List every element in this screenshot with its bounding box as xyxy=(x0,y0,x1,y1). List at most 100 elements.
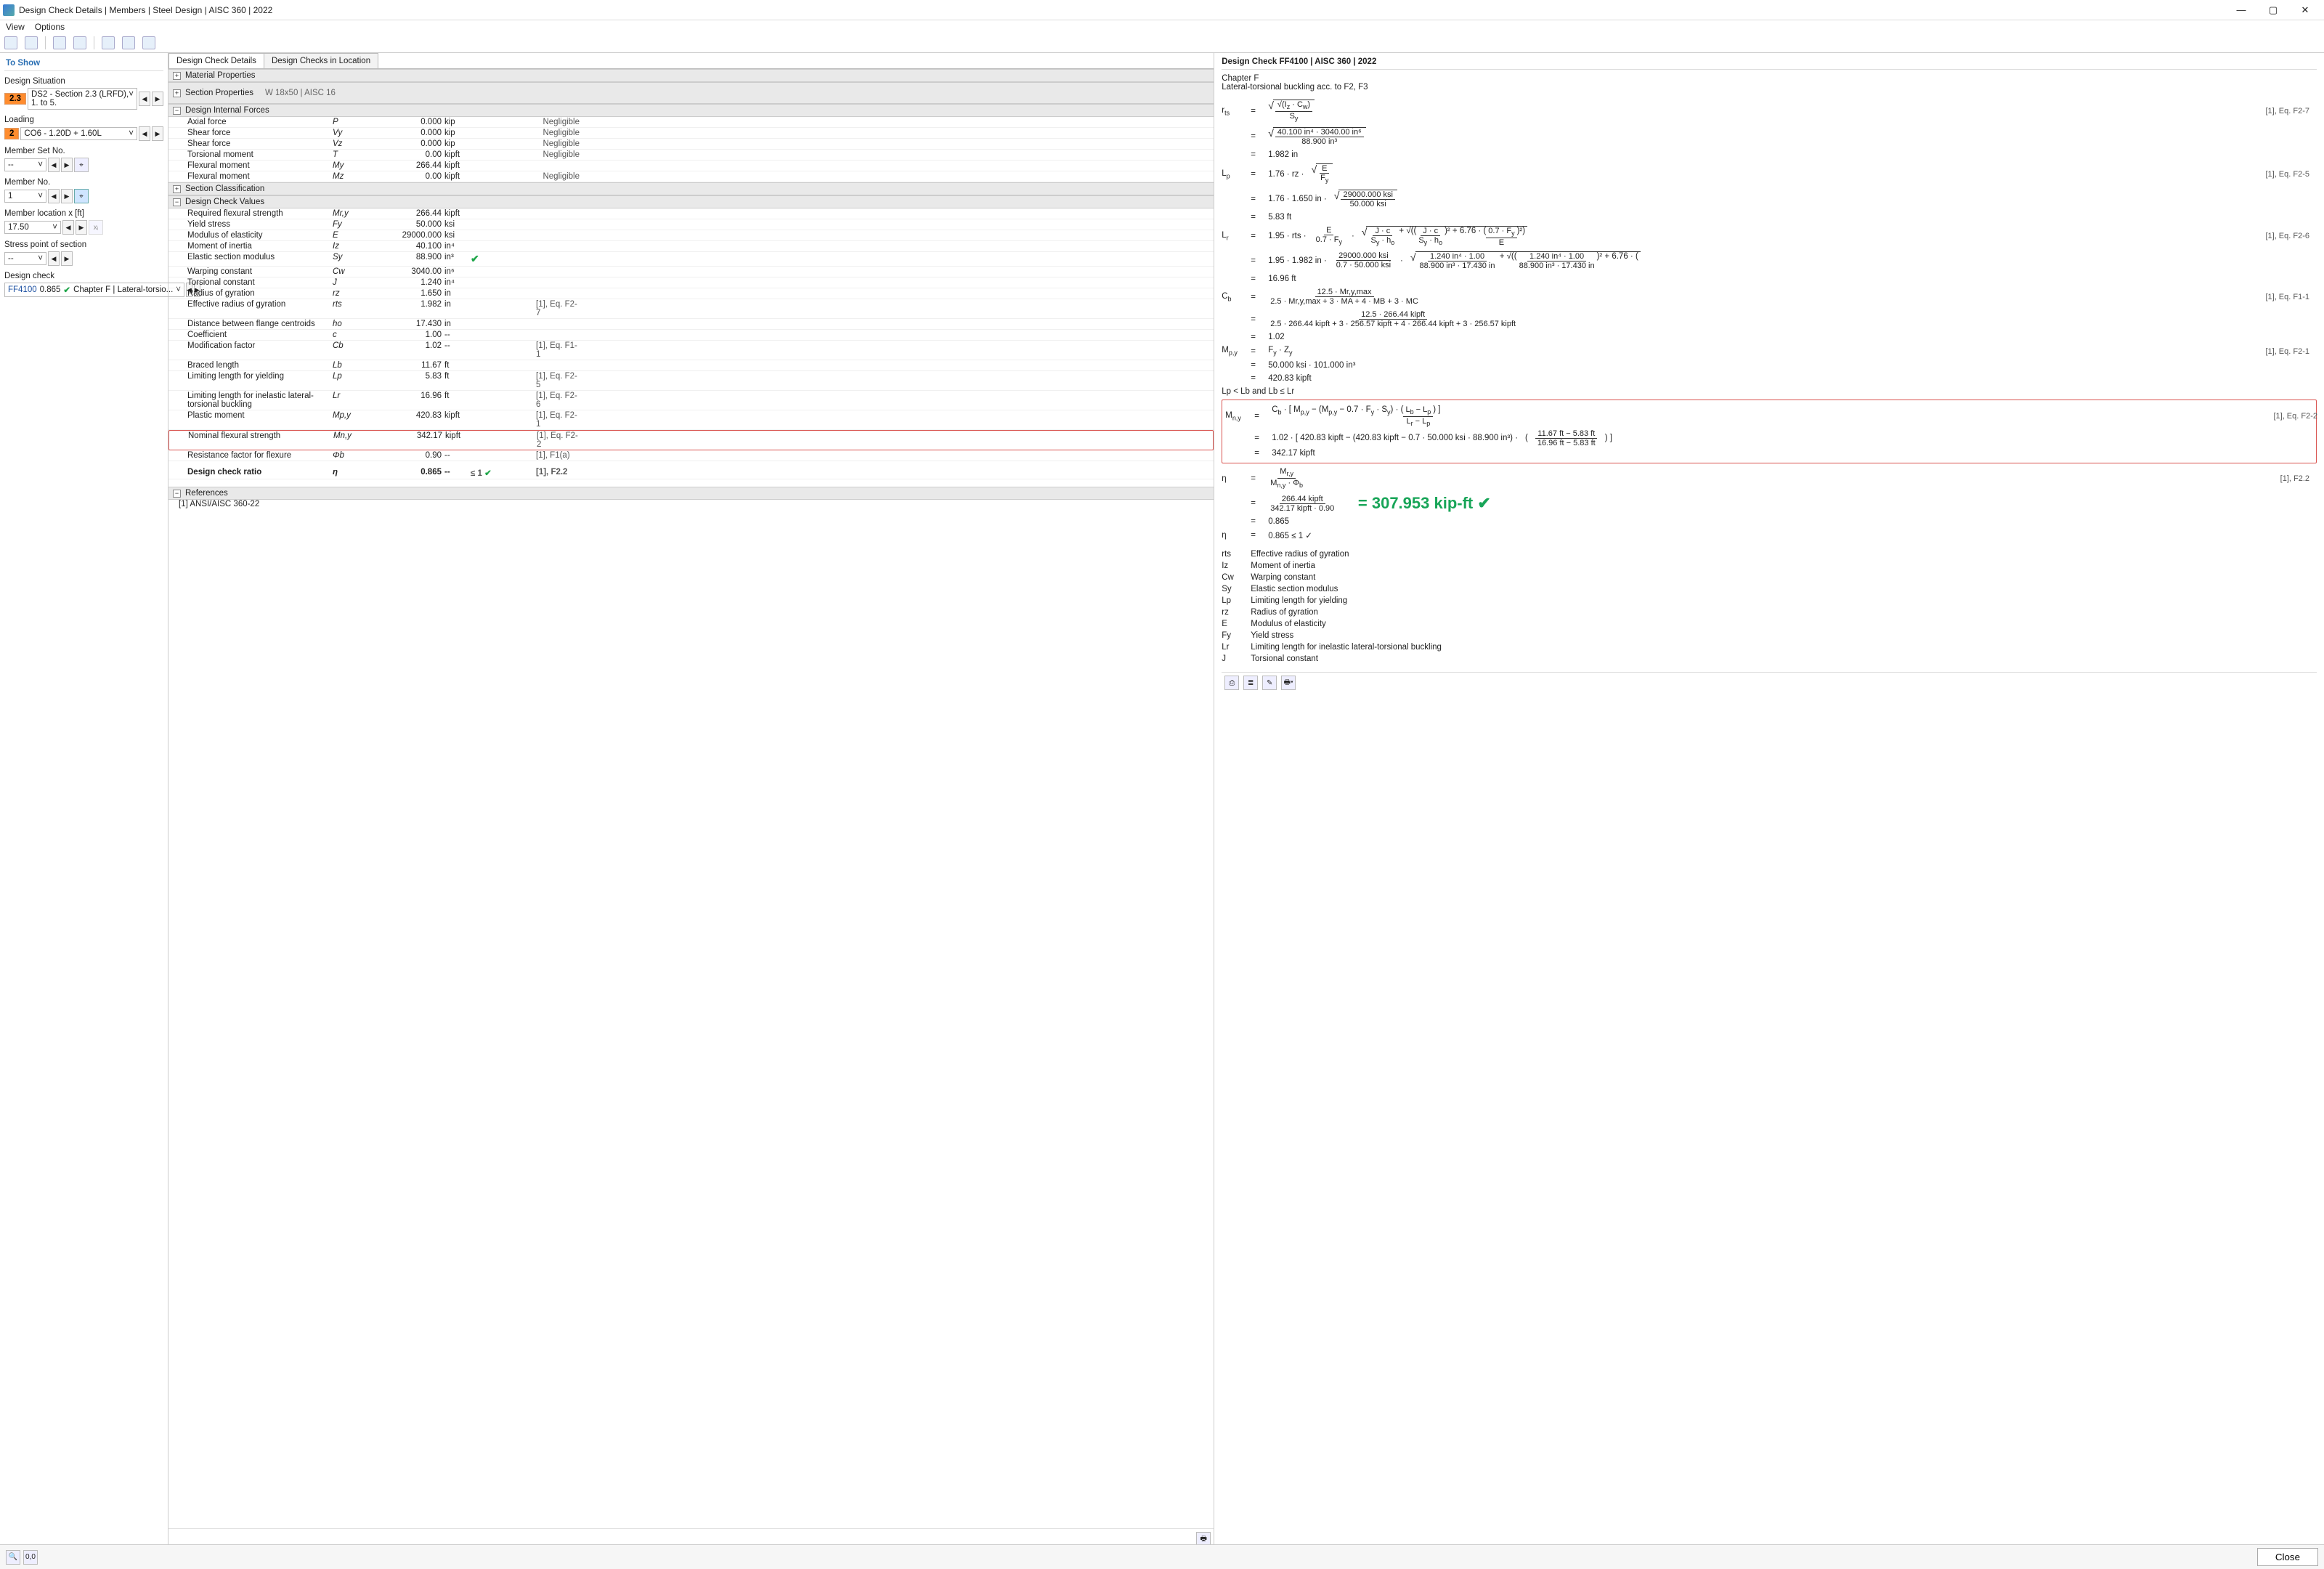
table-row: Limiting length for inelastic lateral-to… xyxy=(168,391,1214,410)
expand-icon[interactable]: + xyxy=(173,185,181,193)
section-classification[interactable]: Section Classification xyxy=(185,185,264,193)
table-row: Radius of gyrationrz1.650in xyxy=(168,288,1214,299)
table-row: Elastic section modulusSy88.900in³✔ xyxy=(168,252,1214,267)
menu-view[interactable]: View xyxy=(6,22,25,32)
symbol-row: rtsEffective radius of gyration xyxy=(1222,548,2317,560)
stresspoint-select[interactable]: -- ˅ xyxy=(4,252,46,265)
table-row: Modification factorCb1.02--[1], Eq. F1-1 xyxy=(168,341,1214,360)
table-row: Effective radius of gyrationrts1.982in[1… xyxy=(168,299,1214,319)
handwritten-annotation: = 307.953 kip-ft ✔ xyxy=(1358,494,1491,513)
memberset-prev[interactable]: ◀ xyxy=(48,158,60,172)
loading-label: Loading xyxy=(4,115,163,124)
maximize-button[interactable]: ▢ xyxy=(2257,0,2289,20)
loading-select[interactable]: CO6 - 1.20D + 1.60L˅ xyxy=(20,127,137,140)
memberno-pick-icon[interactable]: ⌖ xyxy=(74,189,89,203)
menu-options[interactable]: Options xyxy=(35,22,65,32)
reference-item: [1] ANSI/AISC 360-22 xyxy=(168,500,1214,508)
design-situation-badge: 2.3 xyxy=(4,93,26,105)
table-row: Shear forceVz0.000kipNegligible xyxy=(168,139,1214,150)
table-row: Axial forceP0.000kipNegligible xyxy=(168,117,1214,128)
tool-icon-6[interactable] xyxy=(122,36,135,49)
table-row: Yield stressFy50.000ksi xyxy=(168,219,1214,230)
footer: 🔍 0,0 Close xyxy=(0,1544,2324,1569)
app-icon xyxy=(3,4,15,16)
tool-icon-4[interactable] xyxy=(73,36,86,49)
tab-details[interactable]: Design Check Details xyxy=(168,53,264,68)
table-row: Moment of inertiaIz40.100in⁴ xyxy=(168,241,1214,252)
ds-prev-button[interactable]: ◀ xyxy=(139,92,150,106)
memberno-prev[interactable]: ◀ xyxy=(48,189,60,203)
section-material-properties[interactable]: Material Properties xyxy=(185,71,256,80)
designcheck-label: Design check xyxy=(4,272,163,280)
memberloc-next[interactable]: ▶ xyxy=(76,220,87,235)
right-tool-2[interactable]: ≣ xyxy=(1243,676,1258,690)
table-row: Modulus of elasticityE29000.000ksi xyxy=(168,230,1214,241)
left-header: To Show xyxy=(4,56,163,71)
table-row: Coefficientc1.00-- xyxy=(168,330,1214,341)
tool-icon-2[interactable] xyxy=(25,36,38,49)
symbol-row: JTorsional constant xyxy=(1222,653,2317,665)
ds-next-button[interactable]: ▶ xyxy=(152,92,163,106)
memberloc-prev[interactable]: ◀ xyxy=(62,220,74,235)
footer-icon-2[interactable]: 0,0 xyxy=(23,1550,38,1565)
tool-icon-1[interactable] xyxy=(4,36,17,49)
tool-icon-3[interactable] xyxy=(53,36,66,49)
memberloc-select[interactable]: 17.50˅ xyxy=(4,221,61,234)
right-tool-3[interactable]: ✎ xyxy=(1262,676,1277,690)
close-button[interactable]: Close xyxy=(2257,1548,2318,1566)
memberloc-xi-icon: xᵢ xyxy=(89,220,103,235)
right-panel: Design Check FF4100 | AISC 360 | 2022 Ch… xyxy=(1214,53,2324,1549)
loading-badge: 2 xyxy=(4,128,19,139)
check-icon: ✔ xyxy=(484,469,492,478)
loading-next-button[interactable]: ▶ xyxy=(152,126,163,141)
expand-icon[interactable]: + xyxy=(173,89,181,97)
memberset-select[interactable]: -- ˅ xyxy=(4,158,46,171)
symbol-row: EModulus of elasticity xyxy=(1222,618,2317,630)
section-references[interactable]: References xyxy=(185,489,228,498)
memberset-label: Member Set No. xyxy=(4,147,163,155)
memberno-select[interactable]: 1˅ xyxy=(4,190,46,203)
section-section-properties[interactable]: Section Properties xyxy=(185,89,253,97)
memberno-next[interactable]: ▶ xyxy=(61,189,73,203)
titlebar: Design Check Details | Members | Steel D… xyxy=(0,0,2324,20)
table-row: Plastic momentMp,y420.83kipft[1], Eq. F2… xyxy=(168,410,1214,430)
collapse-icon[interactable]: − xyxy=(173,107,181,115)
table-row: Torsional momentT0.00kipftNegligible xyxy=(168,150,1214,161)
check-icon: ✔ xyxy=(63,285,70,295)
table-row: Flexural momentMy266.44kipft xyxy=(168,161,1214,171)
tab-location[interactable]: Design Checks in Location xyxy=(264,53,378,68)
memberloc-label: Member location x [ft] xyxy=(4,209,163,218)
collapse-icon[interactable]: − xyxy=(173,490,181,498)
right-tool-print[interactable]: 🖶▾ xyxy=(1281,676,1296,690)
tool-icon-5[interactable] xyxy=(102,36,115,49)
calc-title: Design Check FF4100 | AISC 360 | 2022 xyxy=(1222,57,2317,70)
collapse-icon[interactable]: − xyxy=(173,198,181,206)
toolbar xyxy=(0,35,2324,53)
minimize-button[interactable]: — xyxy=(2225,0,2257,20)
memberset-pick-icon[interactable]: ⌖ xyxy=(74,158,89,172)
loading-prev-button[interactable]: ◀ xyxy=(139,126,150,141)
table-row: Nominal flexural strengthMn,y342.17kipft… xyxy=(168,430,1214,450)
middle-panel: Design Check Details Design Checks in Lo… xyxy=(168,53,1214,1549)
stresspoint-prev[interactable]: ◀ xyxy=(48,251,60,266)
symbol-row: IzMoment of inertia xyxy=(1222,560,2317,572)
designcheck-select[interactable]: FF4100 0.865 ✔ Chapter F | Lateral-torsi… xyxy=(4,283,184,297)
close-window-button[interactable]: ✕ xyxy=(2289,0,2321,20)
footer-icon-1[interactable]: 🔍 xyxy=(6,1550,20,1565)
expand-icon[interactable]: + xyxy=(173,72,181,80)
symbol-row: LrLimiting length for inelastic lateral-… xyxy=(1222,641,2317,653)
tool-icon-7[interactable] xyxy=(142,36,155,49)
memberno-label: Member No. xyxy=(4,178,163,187)
mn-equation-highlight: [1], Eq. F2-2 Mn,y= Cb · [ Mp,y − (Mp,y … xyxy=(1222,400,2317,463)
right-tool-1[interactable]: ⎙ xyxy=(1224,676,1239,690)
table-row: Shear forceVy0.000kipNegligible xyxy=(168,128,1214,139)
memberset-next[interactable]: ▶ xyxy=(61,158,73,172)
condition-text: Lp < Lb and Lb ≤ Lr xyxy=(1222,387,1294,396)
design-situation-select[interactable]: DS2 - Section 2.3 (LRFD), 1. to 5.˅ xyxy=(28,88,137,110)
stresspoint-next[interactable]: ▶ xyxy=(61,251,73,266)
section-internal-forces[interactable]: Design Internal Forces xyxy=(185,106,269,115)
symbol-row: rzRadius of gyration xyxy=(1222,607,2317,618)
table-row: Required flexural strengthMr,y266.44kipf… xyxy=(168,208,1214,219)
section-design-check-values[interactable]: Design Check Values xyxy=(185,198,264,206)
table-row: Flexural momentMz0.00kipftNegligible xyxy=(168,171,1214,182)
